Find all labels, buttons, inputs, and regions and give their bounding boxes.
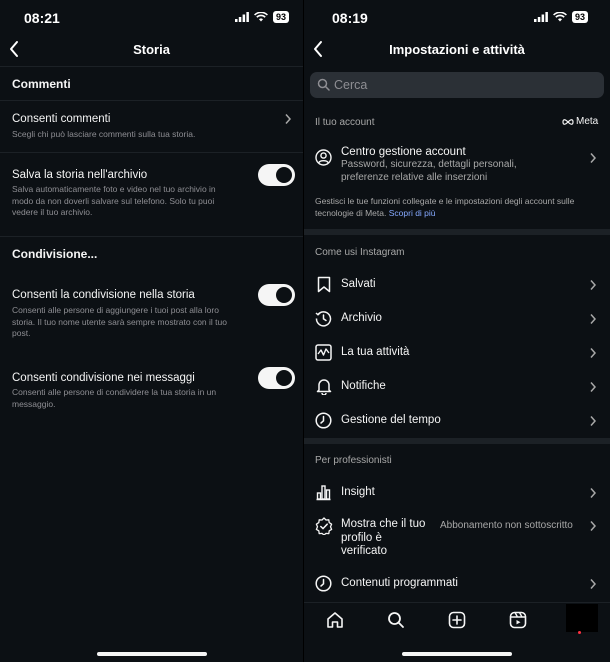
create-icon[interactable] [448,611,466,629]
battery-indicator: 93 [571,11,588,23]
meta-logo: Meta [562,116,598,127]
story-sharing-title: Consenti la condivisione nella storia [12,289,195,301]
archive-clock-icon [315,311,332,327]
save-archive-title: Salva la storia nell'archivio [12,169,148,181]
menu-item-archive[interactable]: Archivio [304,304,610,334]
nav-bar: Storia [0,36,303,64]
search-placeholder: Cerca [334,78,368,92]
meta-logo-text: Meta [576,116,599,127]
menu-item-notifications[interactable]: Notifiche [304,372,610,402]
message-sharing-subtitle: Consenti alle persone di condividere la … [12,387,217,409]
menu-item-insight[interactable]: Insight [304,478,610,508]
allow-comments-row[interactable]: Consenti commenti Scegli chi può lasciar… [0,104,303,150]
battery-indicator: 93 [272,11,289,23]
verified-status-value: Abbonamento non sottoscritto [440,520,573,531]
chevron-right-icon [590,488,597,498]
bar-chart-icon [316,485,331,501]
verified-badge-icon [315,517,333,535]
home-indicator [97,652,207,656]
your-account-label: Il tuo account [315,117,375,128]
bell-icon [316,379,332,395]
chevron-right-icon [590,153,597,163]
meta-infinity-icon [562,118,574,125]
menu-item-scheduled-content[interactable]: Contenuti programmati [304,569,610,599]
wifi-icon [254,12,268,22]
chevron-right-icon [590,416,597,426]
account-circle-icon [315,149,332,166]
learn-more-link[interactable]: Scopri di più [389,208,436,218]
search-input[interactable]: Cerca [310,72,604,98]
story-sharing-row: Consenti la condivisione nella storia Co… [0,282,303,342]
menu-item-verified[interactable]: Mostra che il tuo profilo è verificato A… [304,512,610,562]
sharing-section-title: Condivisione... [12,247,98,261]
save-archive-row: Salva la storia nell'archivio Salva auto… [0,158,303,228]
home-icon[interactable] [326,611,344,629]
status-bar: 08:21 93 [0,0,303,36]
search-icon[interactable] [387,611,405,629]
menu-item-time-management[interactable]: Gestione del tempo [304,406,610,436]
page-title: Impostazioni e attività [389,42,525,57]
story-sharing-toggle[interactable] [258,284,295,306]
chevron-right-icon [590,280,597,290]
allow-comments-subtitle: Scegli chi può lasciare commenti sulla t… [12,129,196,139]
reels-icon[interactable] [509,611,527,629]
chevron-right-icon [285,114,292,124]
message-sharing-row: Consenti condivisione nei messaggi Conse… [0,364,303,414]
story-sharing-subtitle: Consenti alle persone di aggiungere i tu… [12,305,227,338]
chevron-right-icon [590,314,597,324]
status-bar: 08:19 93 [304,0,610,36]
message-sharing-title: Consenti condivisione nei messaggi [12,372,195,384]
allow-comments-title: Consenti commenti [12,113,111,125]
scheduled-clock-icon [315,575,332,592]
signal-icon [234,12,249,22]
chevron-right-icon [590,382,597,392]
chevron-right-icon [590,521,597,531]
menu-item-saved[interactable]: Salvati [304,270,610,300]
profile-avatar[interactable] [566,604,598,634]
story-settings-screen: 08:21 93 Storia Commenti Consenti commen… [0,0,303,662]
account-center-title: Centro gestione account [341,146,466,158]
save-archive-subtitle: Salva automaticamente foto e video nel t… [12,184,216,217]
bookmark-icon [317,276,331,293]
account-center-row[interactable]: Centro gestione account Password, sicure… [304,140,610,188]
clock-icon [315,412,332,429]
activity-chart-icon [315,344,332,361]
how-you-use-label: Come usi Instagram [315,247,405,258]
status-time: 08:19 [332,10,368,26]
wifi-icon [553,12,567,22]
status-time: 08:21 [24,10,60,26]
account-center-subtitle: Password, sicurezza, dettagli personali,… [341,159,517,183]
chevron-right-icon [590,579,597,589]
save-archive-toggle[interactable] [258,164,295,186]
menu-item-your-activity[interactable]: La tua attività [304,338,610,368]
notification-dot [578,631,581,634]
comments-section-title: Commenti [12,77,71,91]
professionals-label: Per professionisti [315,455,392,466]
signal-icon [533,12,548,22]
home-indicator [402,652,512,656]
verified-title: Mostra che il tuo profilo è verificato [341,518,426,557]
settings-activity-screen: 08:19 93 Impostazioni e attività Cerca I… [304,0,610,662]
page-title: Storia [133,42,170,57]
account-center-note: Gestisci le tue funzioni collegate e le … [315,196,575,218]
nav-bar: Impostazioni e attività [304,36,610,64]
search-icon [317,78,330,91]
message-sharing-toggle[interactable] [258,367,295,389]
chevron-right-icon [590,348,597,358]
